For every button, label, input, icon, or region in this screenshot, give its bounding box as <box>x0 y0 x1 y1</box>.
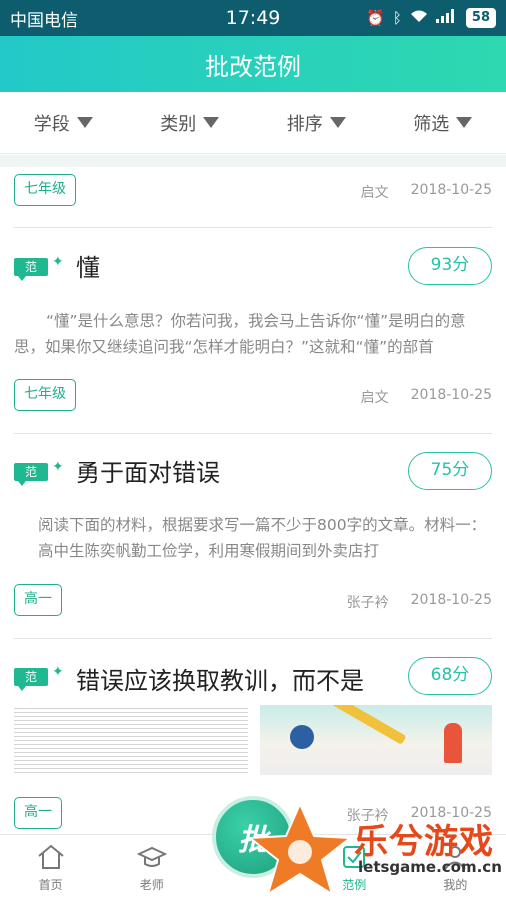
essay-title: 勇于面对错误 <box>76 459 220 487</box>
score-badge: 75分 <box>408 452 492 490</box>
triangle-down-icon <box>203 117 220 128</box>
date: 2018-10-25 <box>410 387 492 403</box>
card-meta: 张子衿 2018-10-25 <box>347 805 492 825</box>
card-meta: 启文 2018-10-25 <box>361 387 492 407</box>
sparkle-icon: ✦ <box>52 459 64 475</box>
bluetooth-icon: ᛒ <box>392 9 402 27</box>
date: 2018-10-25 <box>410 592 492 608</box>
home-icon <box>37 844 64 869</box>
essay-excerpt: “懂”是什么意思？你若问我，我会马上告诉你“懂”是明白的意思，如果你又继续追问我… <box>14 312 466 356</box>
grade-tag: 高一 <box>14 797 62 829</box>
essay-card[interactable]: 范 ✦ 勇于面对错误 75分 阅读下面的材料，根据要求写一篇不少于800字的文章… <box>14 434 492 638</box>
filter-label: 排序 <box>286 113 323 135</box>
pencil-illustration <box>323 705 407 745</box>
author: 启文 <box>360 390 389 406</box>
date: 2018-10-25 <box>410 182 492 198</box>
battery-icon: 58 <box>465 8 496 28</box>
illustration-image <box>260 705 492 775</box>
tab-profile[interactable]: 我的 <box>405 835 506 900</box>
filter-sort[interactable]: 排序 <box>253 110 380 136</box>
triangle-down-icon <box>329 117 346 128</box>
date: 2018-10-25 <box>410 805 492 821</box>
child-illustration <box>444 723 462 763</box>
tab-label: 我的 <box>443 878 468 892</box>
card-meta: 启文 2018-10-25 <box>361 182 492 202</box>
tab-home[interactable]: 首页 <box>0 835 101 900</box>
page-title: 批改范例 <box>0 36 506 92</box>
essay-card[interactable]: 范 ✦ 懂 93分 “懂”是什么意思？你若问我，我会马上告诉你“懂”是明白的意思… <box>14 228 492 433</box>
filter-label: 学段 <box>33 113 70 135</box>
essay-card[interactable]: 七年级 启文 2018-10-25 <box>14 167 492 227</box>
grade-tag: 七年级 <box>14 174 76 206</box>
essay-scan-image <box>14 705 248 775</box>
sparkle-icon: ✦ <box>52 664 64 680</box>
author: 张子衿 <box>346 808 389 824</box>
tab-label: 首页 <box>38 878 63 892</box>
essay-title: 错误应该换取教训，而不是 <box>76 667 364 695</box>
example-badge: 范 <box>14 258 48 281</box>
grade-camera-button[interactable]: 批 <box>212 796 294 878</box>
sparkle-icon: ✦ <box>52 254 64 270</box>
essay-list[interactable]: 七年级 启文 2018-10-25 范 ✦ 懂 93分 “懂”是什么意思？你若问… <box>0 167 506 835</box>
tab-teacher[interactable]: 老师 <box>101 835 202 900</box>
tab-label: 老师 <box>139 878 164 892</box>
filter-screen[interactable]: 筛选 <box>380 110 506 136</box>
essay-title: 懂 <box>76 254 100 282</box>
filter-label: 筛选 <box>413 113 450 135</box>
score-badge: 93分 <box>408 247 492 285</box>
filter-bar: 学段 类别 排序 筛选 <box>0 92 506 154</box>
filter-stage[interactable]: 学段 <box>0 110 127 136</box>
filter-label: 类别 <box>160 113 197 135</box>
card-meta: 张子衿 2018-10-25 <box>347 592 492 612</box>
essay-excerpt: 阅读下面的材料，根据要求写一篇不少于800字的文章。材料一：高中生陈奕帆勤工俭学… <box>38 516 487 560</box>
divider-band <box>0 155 506 167</box>
status-bar: 中国电信 17:49 ⏰ ᛒ 58 <box>0 0 506 36</box>
grade-tag: 七年级 <box>14 379 76 411</box>
globe-illustration <box>290 725 314 749</box>
triangle-down-icon <box>456 117 473 128</box>
wifi-icon <box>410 9 428 27</box>
status-icons: ⏰ ᛒ 58 <box>366 8 496 28</box>
carrier-name: 中国电信 <box>10 10 78 31</box>
teacher-hat-icon <box>136 846 167 867</box>
profile-icon <box>444 846 467 870</box>
tab-examples[interactable]: 范例 <box>304 835 405 900</box>
tab-label: 范例 <box>342 878 367 892</box>
alarm-icon: ⏰ <box>366 9 385 27</box>
filter-category[interactable]: 类别 <box>127 110 254 136</box>
author: 张子衿 <box>346 595 389 611</box>
example-badge: 范 <box>14 463 48 486</box>
score-badge: 68分 <box>408 657 492 695</box>
signal-icon <box>435 9 458 27</box>
example-badge: 范 <box>14 668 48 691</box>
author: 启文 <box>360 185 389 201</box>
triangle-down-icon <box>76 117 93 128</box>
grade-tag: 高一 <box>14 584 62 616</box>
example-icon <box>343 846 366 868</box>
